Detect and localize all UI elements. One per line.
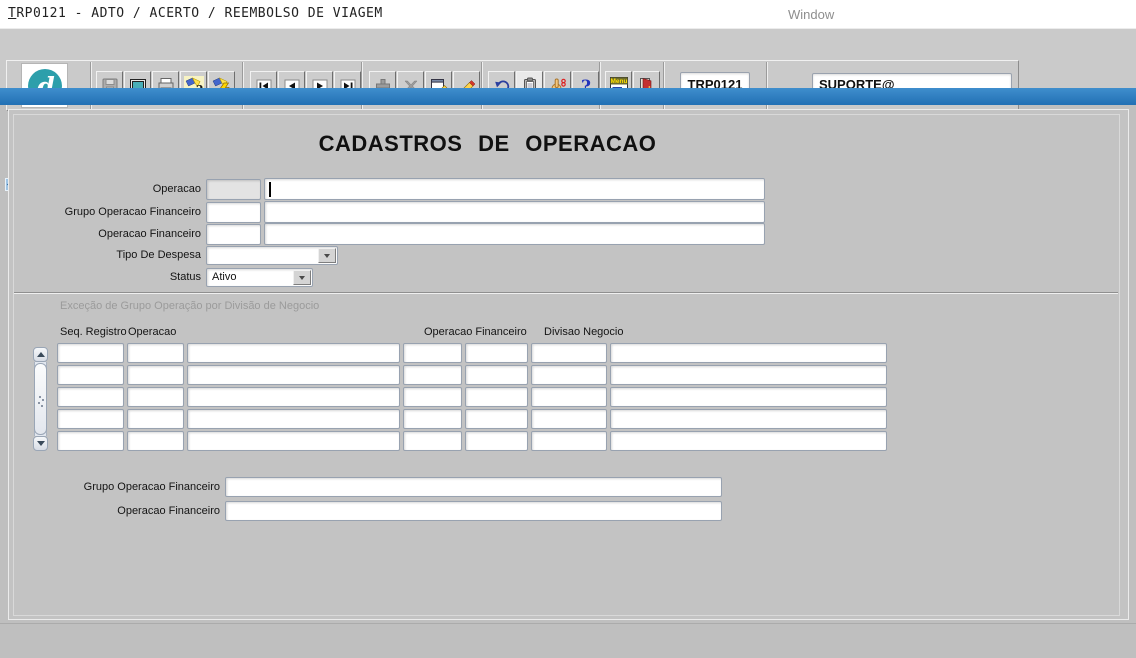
- toolbar: d ??Menu TRP0121 SUPORTE@: [0, 28, 1136, 88]
- grid-cell-r2-c7[interactable]: [610, 365, 887, 385]
- label-tipo-de-despesa: Tipo De Despesa: [30, 249, 201, 261]
- grid-cell-r1-c2[interactable]: [127, 343, 184, 363]
- grid-cell-r5-c2[interactable]: [127, 431, 184, 451]
- bottom-tab-bar: Solicitacao NumerarioAcerto NumerarioRee…: [0, 623, 1136, 658]
- grid-cell-r1-c4[interactable]: [403, 343, 462, 363]
- svg-text:Menu: Menu: [610, 78, 627, 85]
- label-grupo-operacao-financeiro: Grupo Operacao Financeiro: [30, 206, 201, 218]
- grid-cell-r5-c3[interactable]: [187, 431, 400, 451]
- operacao-code-field[interactable]: [206, 179, 261, 200]
- grid-cell-r4-c7[interactable]: [610, 409, 887, 429]
- grid-cell-r3-c7[interactable]: [610, 387, 887, 407]
- grid-cell-r4-c6[interactable]: [531, 409, 607, 429]
- grid-cell-r5-c6[interactable]: [531, 431, 607, 451]
- chevron-down-icon: [299, 276, 305, 283]
- column-header-seq-registro: Seq. Registro: [60, 326, 127, 338]
- grid-cell-r1-c5[interactable]: [465, 343, 528, 363]
- grid-cell-r1-c3[interactable]: [187, 343, 400, 363]
- operacao-description-field[interactable]: [264, 178, 765, 200]
- exception-section-title: Exceção de Grupo Operação por Divisão de…: [60, 300, 319, 312]
- grid-cell-r2-c2[interactable]: [127, 365, 184, 385]
- scrollbar-thumb[interactable]: [34, 363, 47, 435]
- arrow-down-icon: [37, 441, 45, 450]
- grid-cell-r2-c5[interactable]: [465, 365, 528, 385]
- grid-cell-r3-c2[interactable]: [127, 387, 184, 407]
- grid-cell-r1-c6[interactable]: [531, 343, 607, 363]
- grid-cell-r4-c3[interactable]: [187, 409, 400, 429]
- grid-cell-r5-c7[interactable]: [610, 431, 887, 451]
- status-dropdown-button[interactable]: [293, 270, 311, 285]
- operacao-financeiro-description-field[interactable]: [264, 223, 765, 245]
- scroll-down-button[interactable]: [33, 436, 48, 451]
- chevron-down-icon: [324, 254, 330, 261]
- bottom-grupo-operacao-financeiro-field[interactable]: [225, 477, 722, 497]
- column-header-operacao-financeiro: Operacao Financeiro: [424, 326, 527, 338]
- column-header-divisao-negocio: Divisao Negocio: [544, 326, 623, 338]
- label-operacao-financeiro: Operacao Financeiro: [30, 228, 201, 240]
- tipo-de-despesa-dropdown[interactable]: [206, 246, 338, 265]
- scrollbar-grip: [39, 396, 41, 398]
- grid-cell-r2-c1[interactable]: [57, 365, 124, 385]
- status-value: Ativo: [212, 269, 236, 286]
- bottom-operacao-financeiro-field[interactable]: [225, 501, 722, 521]
- grid-cell-r3-c5[interactable]: [465, 387, 528, 407]
- status-dropdown[interactable]: Ativo: [206, 268, 313, 287]
- grid-cell-r1-c1[interactable]: [57, 343, 124, 363]
- window-titlebar: TRP0121 - ADTO / ACERTO / REEMBOLSO DE V…: [0, 0, 1136, 28]
- grupo-operacao-financeiro-description-field[interactable]: [264, 201, 765, 223]
- grid-cell-r3-c1[interactable]: [57, 387, 124, 407]
- column-header-operacao: Operacao: [128, 326, 176, 338]
- scroll-up-button[interactable]: [33, 347, 48, 362]
- section-divider: [14, 292, 1118, 294]
- application-window: TRP0121 - ADTO / ACERTO / REEMBOLSO DE V…: [0, 0, 1136, 658]
- menu-window[interactable]: Window: [788, 7, 834, 22]
- arrow-up-icon: [37, 348, 45, 357]
- grid-cell-r4-c5[interactable]: [465, 409, 528, 429]
- grid-cell-r2-c4[interactable]: [403, 365, 462, 385]
- grid-cell-r4-c2[interactable]: [127, 409, 184, 429]
- label-operacao: Operacao: [30, 183, 201, 195]
- window-title: TRP0121 - ADTO / ACERTO / REEMBOLSO DE V…: [8, 6, 383, 21]
- grid-cell-r5-c4[interactable]: [403, 431, 462, 451]
- grid-cell-r4-c1[interactable]: [57, 409, 124, 429]
- grupo-operacao-financeiro-code-field[interactable]: [206, 202, 261, 223]
- mdi-titlebar: Denver Erp: [0, 88, 1136, 105]
- page-title: CADASTROS DE OPERACAO: [110, 131, 865, 157]
- operacao-financeiro-code-field[interactable]: [206, 224, 261, 245]
- label-bottom-operacao-financeiro: Operacao Financeiro: [40, 505, 220, 517]
- grid-cell-r2-c3[interactable]: [187, 365, 400, 385]
- tipo-de-despesa-dropdown-button[interactable]: [318, 248, 336, 263]
- grid-cell-r3-c4[interactable]: [403, 387, 462, 407]
- grid-cell-r5-c1[interactable]: [57, 431, 124, 451]
- text-cursor: [269, 182, 271, 197]
- label-status: Status: [30, 271, 201, 283]
- grid-cell-r2-c6[interactable]: [531, 365, 607, 385]
- grid-cell-r1-c7[interactable]: [610, 343, 887, 363]
- grid-cell-r5-c5[interactable]: [465, 431, 528, 451]
- grid-cell-r3-c6[interactable]: [531, 387, 607, 407]
- label-bottom-grupo-operacao-financeiro: Grupo Operacao Financeiro: [40, 481, 220, 493]
- grid-cell-r4-c4[interactable]: [403, 409, 462, 429]
- vertical-scrollbar: [33, 347, 48, 451]
- grid-cell-r3-c3[interactable]: [187, 387, 400, 407]
